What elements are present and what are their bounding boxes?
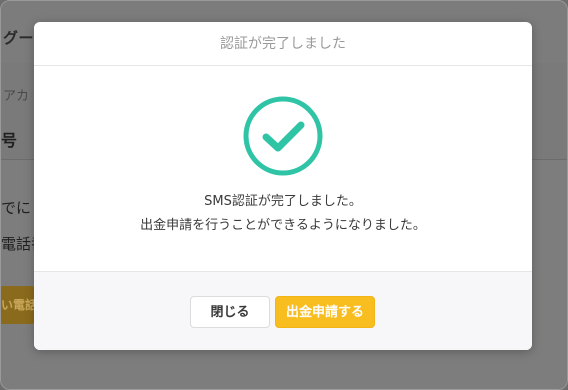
background-heading: 号 — [1, 131, 18, 150]
close-button[interactable]: 閉じる — [190, 296, 270, 328]
background-button: い電話 — [1, 286, 35, 324]
verification-complete-modal: 認証が完了しました SMS認証が完了しました。 出金申請を行うことができるように… — [34, 22, 532, 350]
withdraw-request-button[interactable]: 出金申請する — [275, 296, 375, 328]
modal-title: 認証が完了しました — [34, 22, 532, 66]
background-text: でに — [1, 199, 32, 217]
app-window: グー アカ 号 でに 電話番 い電話 認証が完了しました SMS認証が完了しまし… — [0, 0, 568, 390]
background-breadcrumb: アカ — [3, 89, 30, 104]
check-circle-icon — [243, 96, 323, 176]
modal-message-line2: 出金申請を行うことができるようになりました。 — [140, 218, 426, 233]
modal-footer: 閉じる 出金申請する — [34, 271, 532, 350]
background-brand: グー — [3, 29, 35, 47]
modal-message-line1: SMS認証が完了しました。 — [204, 194, 362, 209]
